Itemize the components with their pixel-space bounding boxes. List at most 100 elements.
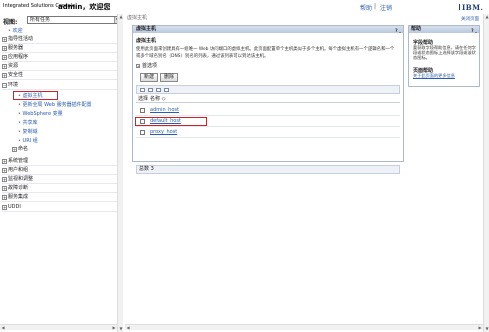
nav-item-environment[interactable]: − 环境: [2, 81, 121, 90]
main-horizontal-scrollbar[interactable]: ◀ ▶: [125, 324, 483, 330]
nav-sub-uri-groups[interactable]: URI 组: [18, 137, 38, 144]
nav-item-label: 资源: [8, 63, 19, 69]
close-page-link[interactable]: 关闭页面: [461, 16, 479, 22]
navigation-sidebar: 视图: 所有任务 ▼ 欢迎 +指导性活动 +服务器 +应用程序 +资源 +安全性…: [0, 14, 123, 332]
preferences-toggle[interactable]: + 首选项: [136, 62, 157, 69]
row-checkbox[interactable]: [140, 108, 145, 113]
highlight-box: [135, 117, 207, 126]
field-help-text: 要获取字段帮助信息，请在任何字段或状态图标上选择该字段或该状态图标。: [413, 45, 476, 60]
expand-icon[interactable]: +: [2, 167, 7, 173]
nav-sub-update-plugin[interactable]: 更新全局 Web 服务器插件配置: [18, 101, 92, 108]
column-header-name[interactable]: 名称 ◇: [150, 95, 165, 103]
nav-item-servers[interactable]: + 服务器: [2, 44, 121, 53]
view-select-value: 所有任务: [30, 17, 51, 23]
nav-item-service-integration[interactable]: + 服务集成: [2, 193, 121, 202]
nav-item-label: 安全性: [8, 72, 24, 78]
top-banner: Integrated Solutions Console admin，欢迎您 帮…: [0, 0, 489, 14]
expand-icon[interactable]: +: [2, 185, 7, 191]
nav-item-label: UDDI: [8, 204, 21, 210]
nav-sub-websphere-variables[interactable]: WebSphere 变量: [18, 110, 63, 117]
welcome-message: admin，欢迎您: [58, 3, 111, 11]
help-panel-header: 帮助 ? _: [409, 26, 479, 33]
expand-icon[interactable]: +: [2, 204, 7, 210]
clear-filter-icon[interactable]: [164, 88, 169, 92]
expand-icon[interactable]: +: [2, 158, 7, 164]
view-label: 视图:: [3, 19, 18, 26]
nav-item-monitoring[interactable]: + 监视和调整: [2, 175, 121, 184]
nav-item-label: 指导性活动: [8, 36, 34, 42]
help-panel-title: 帮助: [411, 26, 422, 32]
nav-item-label: 应用程序: [8, 54, 29, 60]
row-checkbox[interactable]: [140, 130, 145, 135]
deselect-all-icon[interactable]: [148, 88, 153, 92]
host-link[interactable]: proxy_host: [150, 129, 177, 135]
collapse-icon[interactable]: −: [2, 82, 7, 88]
panel-controls[interactable]: ? _: [395, 27, 401, 34]
main-content: 虚拟主机 虚拟主机 ? _ 虚拟主机 使用此页面来创建具有一组唯一 Web 访问…: [125, 14, 489, 332]
highlight-box: [13, 91, 58, 100]
nav-sub-naming[interactable]: + 命名: [12, 145, 117, 154]
nav-item-resources[interactable]: + 资源: [2, 62, 121, 71]
page-help-link[interactable]: 关于此页面的更多信息: [413, 73, 455, 79]
new-button[interactable]: 新建: [140, 73, 159, 82]
scroll-left-icon[interactable]: ◀: [0, 325, 6, 331]
sidebar-horizontal-scrollbar[interactable]: ◀ ▶: [0, 324, 117, 330]
expand-icon[interactable]: +: [2, 54, 7, 60]
help-link[interactable]: 帮助: [360, 3, 372, 12]
expand-icon[interactable]: +: [2, 72, 7, 78]
nav-item-uddi[interactable]: + UDDI: [2, 203, 121, 212]
panel-title: 虚拟主机: [136, 26, 157, 32]
sidebar-vertical-scrollbar[interactable]: ▲ ▼: [117, 14, 123, 332]
nav-item-guided-activities[interactable]: + 指导性活动: [2, 35, 121, 44]
table-header: 选择 名称 ◇: [136, 95, 400, 103]
expand-icon[interactable]: +: [2, 45, 7, 51]
ibm-logo: IBM.: [459, 3, 484, 12]
scroll-right-icon[interactable]: ▶: [111, 325, 117, 331]
table-row: admin_host: [136, 105, 400, 116]
help-panel: 帮助 ? _ 字段帮助 要获取字段帮助信息，请在任何字段或状态图标上选择该字段或…: [408, 25, 480, 87]
table-row: proxy_host: [136, 127, 400, 138]
scroll-down-icon[interactable]: ▼: [118, 326, 124, 332]
column-header-select: 选择: [138, 96, 149, 102]
nav-sub-shared-libraries[interactable]: 共享库: [18, 119, 38, 126]
nav-item-applications[interactable]: + 应用程序: [2, 53, 121, 62]
nav-item-label: 用户和组: [8, 167, 29, 173]
scroll-up-icon[interactable]: ▲: [484, 14, 489, 20]
nav-item-label: 故障诊断: [8, 185, 29, 191]
header-separator: |: [374, 3, 377, 10]
expand-icon[interactable]: +: [2, 194, 7, 200]
nav-item-security[interactable]: + 安全性: [2, 71, 121, 80]
scroll-left-icon[interactable]: ◀: [125, 325, 131, 331]
expand-icon[interactable]: +: [136, 64, 140, 68]
nav-item-label: 环境: [8, 82, 19, 88]
select-all-icon[interactable]: [140, 88, 145, 92]
nav-item-label: 系统管理: [8, 158, 29, 164]
scroll-up-icon[interactable]: ▲: [118, 14, 124, 20]
panel-header: 虚拟主机 ? _: [133, 26, 403, 33]
scroll-right-icon[interactable]: ▶: [477, 325, 483, 331]
logout-link[interactable]: 注销: [380, 3, 392, 12]
expand-icon[interactable]: +: [2, 36, 7, 42]
nav-item-label: 命名: [18, 146, 29, 152]
view-select[interactable]: 所有任务 ▼: [27, 16, 121, 24]
help-panel-controls[interactable]: ? _: [471, 27, 477, 34]
breadcrumb: 虚拟主机: [127, 15, 148, 21]
host-link[interactable]: admin_host: [150, 107, 179, 113]
delete-button[interactable]: 删除: [160, 73, 179, 82]
main-vertical-scrollbar[interactable]: ▲ ▼: [483, 14, 489, 332]
nav-item-label: 服务器: [8, 45, 24, 51]
nav-item-system-admin[interactable]: + 系统管理: [2, 157, 121, 166]
page-description: 使用此页面来创建具有一组唯一 Web 访问端口的虚拟主机。此页面配置单个主机类似…: [136, 47, 395, 59]
preferences-label: 首选项: [142, 63, 158, 69]
nav-item-users-groups[interactable]: + 用户和组: [2, 166, 121, 175]
welcome-link[interactable]: 欢迎: [8, 27, 23, 34]
expand-icon[interactable]: +: [2, 63, 7, 69]
nav-item-label: 服务集成: [8, 194, 29, 200]
nav-item-troubleshooting[interactable]: + 故障诊断: [2, 184, 121, 193]
scroll-down-icon[interactable]: ▼: [484, 326, 489, 332]
nav-sub-replication-domains[interactable]: 复制域: [18, 128, 38, 135]
section-title: 虚拟主机: [136, 38, 157, 44]
expand-icon[interactable]: +: [12, 146, 17, 152]
show-filter-icon[interactable]: [156, 88, 161, 92]
expand-icon[interactable]: +: [2, 176, 7, 182]
